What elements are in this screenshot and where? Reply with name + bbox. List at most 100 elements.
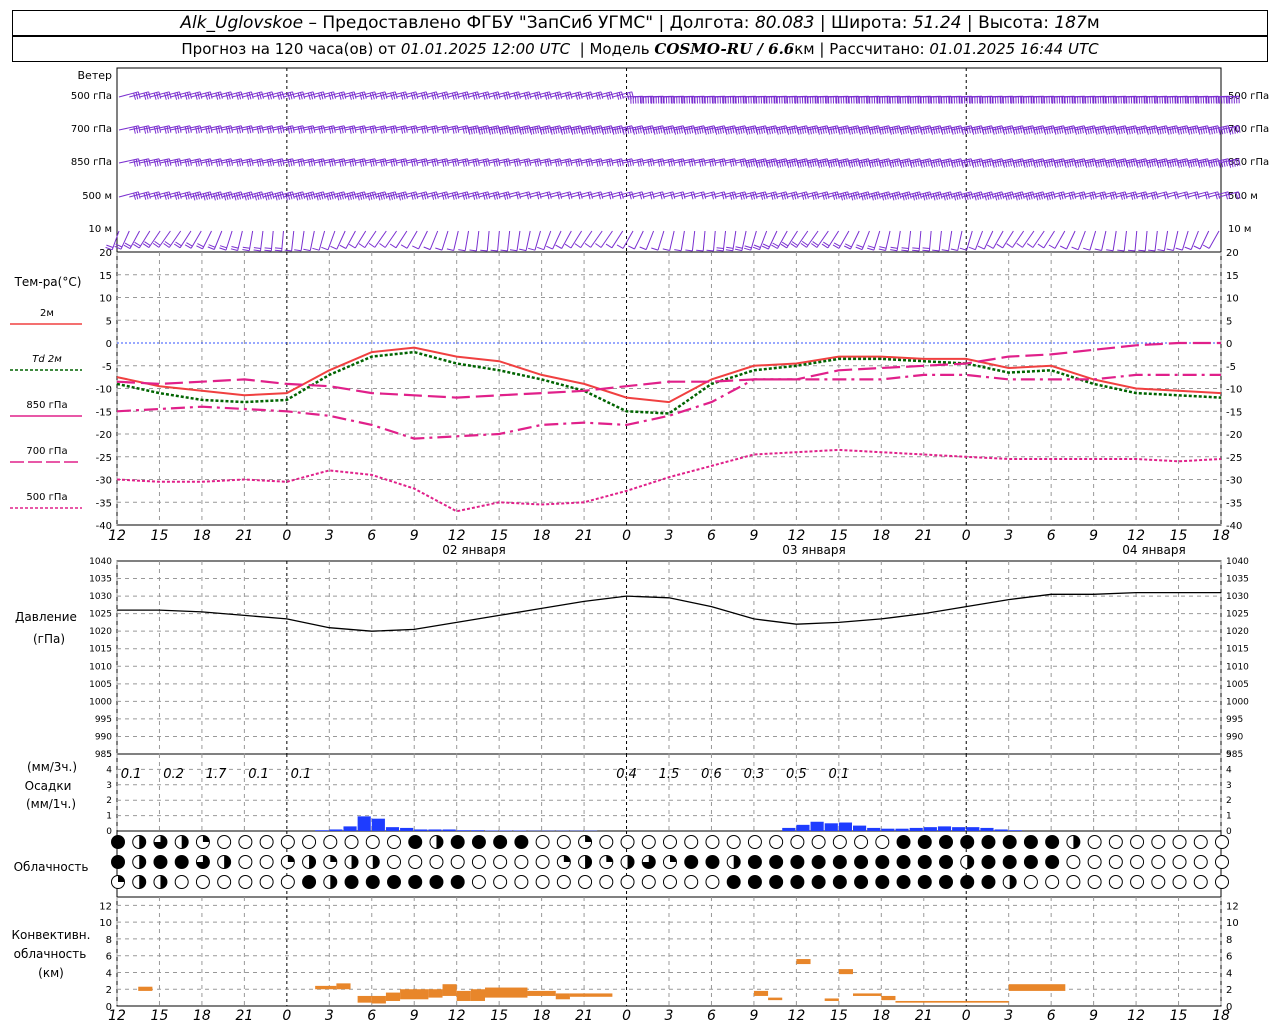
wind-barb-feather xyxy=(886,192,889,200)
wind-barb xyxy=(281,230,284,251)
wind-barb-feather xyxy=(446,91,449,99)
wind-barb-feather xyxy=(1015,127,1018,135)
wind-barb-feather xyxy=(208,244,216,248)
wind-barb-feather xyxy=(475,126,478,134)
cloud-wedge xyxy=(202,835,210,842)
wind-barb-feather xyxy=(1163,192,1167,200)
wind-barb-feather xyxy=(544,92,548,100)
wind-barb-feather xyxy=(1087,160,1090,168)
wind-barb-feather xyxy=(894,159,897,167)
cloud-circle xyxy=(323,835,338,849)
wind-barb-feather xyxy=(412,245,419,250)
wind-barb-feather xyxy=(690,126,694,134)
wind-barb-feather xyxy=(873,192,877,200)
wind-barb-feather xyxy=(706,127,710,135)
wind-barb-feather xyxy=(456,191,460,199)
conv-cloud-bar xyxy=(527,990,556,996)
wind-barb-feather xyxy=(709,159,712,167)
wind-barb-feather xyxy=(1202,159,1205,167)
precip-unit-3h: (мм/3ч.) xyxy=(27,760,77,774)
wind-barb-feather xyxy=(446,248,454,251)
wind-barb-feather xyxy=(1163,159,1167,167)
conv-cloud-bar xyxy=(966,1000,1009,1003)
wind-barb-feather xyxy=(595,92,599,100)
precip-tick-label: 1 xyxy=(106,812,112,822)
wind-barb-feather xyxy=(1071,246,1079,251)
wind-barb-feather xyxy=(549,158,552,166)
cloud-circle xyxy=(514,875,529,889)
wind-barb-feather xyxy=(939,191,943,199)
wind-barb-feather xyxy=(830,160,833,168)
wind-barb xyxy=(732,230,737,251)
wind-barb-feather xyxy=(230,158,233,166)
wind-barb-feather xyxy=(451,192,455,200)
wind-barb-feather xyxy=(688,126,691,134)
wind-level-10m: 10 м xyxy=(89,224,112,235)
wind-barb-feather xyxy=(639,126,642,134)
wind-barb-feather xyxy=(497,158,501,166)
wind-barb-feather xyxy=(634,127,638,135)
wind-barb-feather xyxy=(277,192,280,200)
wind-barb-feather xyxy=(1122,192,1126,200)
wind-barb-feather xyxy=(220,125,223,133)
wind-barb-feather xyxy=(793,159,797,167)
wind-barb-feather xyxy=(462,192,465,200)
precip-bar xyxy=(782,827,796,831)
wind-barb-feather xyxy=(616,244,624,249)
wind-barb-feather xyxy=(1074,127,1077,135)
wind-barb-feather xyxy=(343,158,347,166)
wind-barb-feather xyxy=(189,191,192,199)
time-tick-label: 18 xyxy=(193,528,211,544)
wind-barb-feather xyxy=(330,192,334,200)
cloud-circle xyxy=(1066,875,1081,889)
wind-barb-feather xyxy=(891,193,895,201)
wind-barb-feather xyxy=(413,92,416,100)
wind-barb-feather xyxy=(310,126,313,134)
time-tick-label: 9 xyxy=(1089,528,1098,544)
wind-barb-feather xyxy=(1076,160,1080,168)
temp-tick-label: -40 xyxy=(96,521,112,532)
wind-barb-feather xyxy=(379,243,386,248)
wind-barb-feather xyxy=(225,126,229,134)
wind-barb-feather xyxy=(584,242,591,248)
time-tick-label-bottom: 3 xyxy=(665,1008,674,1024)
wind-barb-feather xyxy=(906,126,910,134)
wind-barb-feather xyxy=(164,192,167,200)
wind-barb-feather xyxy=(189,91,192,99)
wind-barb-feather xyxy=(1184,126,1187,134)
cloud-wedge xyxy=(733,855,741,869)
wind-barb-feather xyxy=(156,192,159,200)
wind-barb-feather xyxy=(480,249,488,252)
precip-bar xyxy=(400,827,414,831)
precip-bar xyxy=(867,827,881,831)
wind-barb-feather xyxy=(873,126,876,134)
cloud-wedge xyxy=(627,855,635,869)
cloud-circle xyxy=(238,855,253,869)
wind-barb-feather xyxy=(435,247,443,251)
wind-barb-feather xyxy=(413,126,416,134)
wind-barb-feather xyxy=(287,159,290,167)
wind-barb-feather xyxy=(472,159,476,167)
precip-unit-1h: (мм/1ч.) xyxy=(26,797,76,811)
wind-barb-feather xyxy=(1218,127,1221,135)
wind-barb-feather xyxy=(410,92,414,100)
cloud-circle xyxy=(1130,855,1145,869)
precip-bar xyxy=(824,823,838,831)
wind-barb-feather xyxy=(1193,245,1201,250)
wind-barb-feather xyxy=(803,192,807,200)
wind-barb-feather xyxy=(1128,127,1131,135)
wind-barb-feather xyxy=(614,127,617,135)
wind-barb-feather xyxy=(269,126,272,134)
wind-barb-feather xyxy=(423,192,427,200)
wind-barb-feather xyxy=(236,126,239,134)
wind-barb-feather xyxy=(908,191,912,199)
wind-barb-feather xyxy=(601,127,604,135)
wind-barb-feather xyxy=(1155,191,1159,199)
meteogram-svg: Ветер 500 гПа 700 гПа 850 гПа 500 м 10 м… xyxy=(10,67,1269,1024)
wind-barb-feather xyxy=(433,92,437,100)
wind-barb-feather xyxy=(1177,127,1180,135)
wind-barb-feather xyxy=(789,160,792,168)
wind-barb-feather xyxy=(1079,126,1082,134)
wind-barb-feather xyxy=(961,160,964,168)
wind-barb-feather xyxy=(739,159,743,167)
